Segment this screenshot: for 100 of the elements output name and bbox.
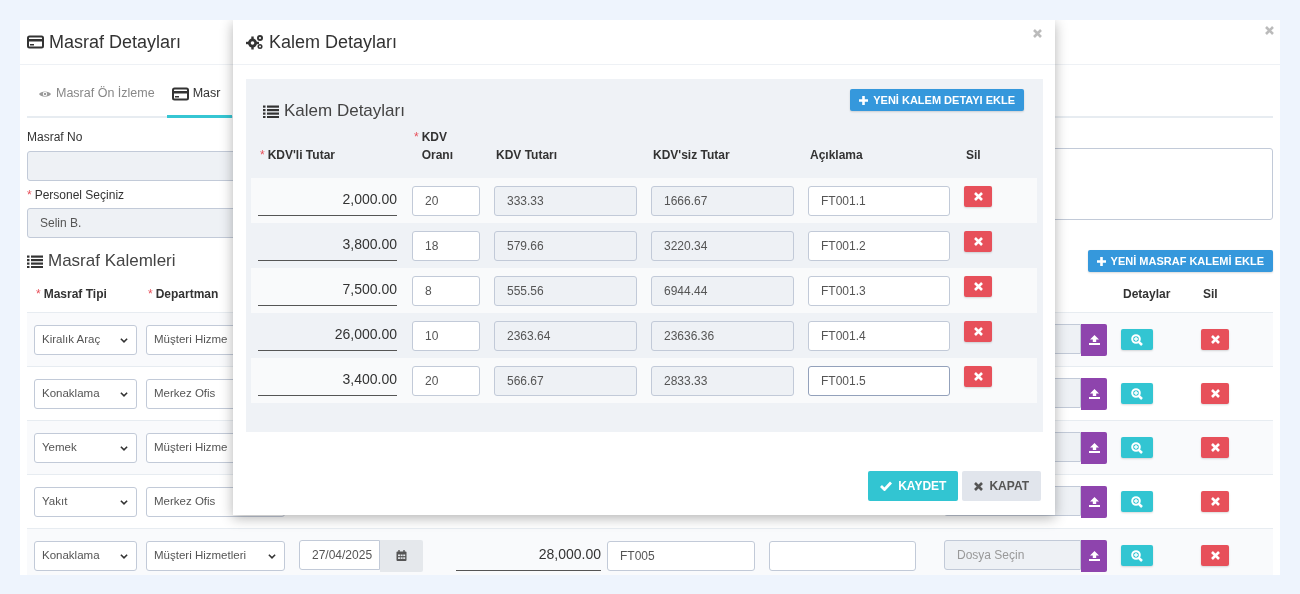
delete-button[interactable] — [964, 321, 992, 342]
close-button[interactable] — [1265, 26, 1274, 35]
vat-rate-field[interactable]: 18 — [412, 230, 480, 261]
close-icon — [973, 237, 983, 246]
delete-button[interactable] — [1201, 383, 1229, 404]
details-button[interactable] — [1121, 491, 1153, 512]
expense-type-select[interactable]: Yakıt — [34, 486, 137, 517]
vat-rate-field[interactable]: 10 — [412, 320, 480, 351]
close-icon — [1210, 443, 1220, 452]
amount-field[interactable]: 3,800.00 — [258, 230, 397, 261]
close-icon — [973, 327, 983, 336]
required-mark: * — [36, 286, 41, 301]
field-label: Masraf No — [27, 129, 84, 146]
close-icon — [1210, 389, 1220, 398]
close-icon — [1033, 29, 1042, 38]
tab[interactable]: Masraf Ön İzleme — [33, 84, 167, 118]
zoom-in-icon — [1131, 549, 1143, 562]
field-label: Personel Seçiniz — [34, 187, 125, 204]
upload-button[interactable] — [1081, 431, 1107, 464]
required-mark: * — [260, 148, 265, 162]
vat-amount-field: 555.56 — [494, 275, 637, 306]
expense-type-select[interactable]: Konaklama — [34, 378, 137, 409]
zoom-in-icon — [1131, 441, 1143, 454]
amount-field[interactable]: 26,000.00 — [258, 320, 397, 351]
close-modal-button[interactable]: KAPAT — [962, 471, 1041, 501]
date-field[interactable]: 27/04/2025 — [299, 539, 380, 570]
upload-icon — [1088, 334, 1100, 345]
description-field[interactable]: FT001.1 — [808, 185, 950, 216]
amount-field[interactable]: 3,400.00 — [258, 365, 397, 396]
required-mark: * — [414, 130, 419, 144]
close-icon — [1210, 551, 1220, 560]
details-button[interactable] — [1121, 329, 1153, 350]
details-button[interactable] — [1121, 383, 1153, 404]
zoom-in-icon — [1131, 333, 1143, 346]
column-header: Sil — [966, 147, 981, 164]
close-icon — [1210, 497, 1220, 506]
delete-button[interactable] — [964, 186, 992, 207]
column-header: Departman — [155, 285, 219, 303]
delete-button[interactable] — [1201, 437, 1229, 458]
delete-button[interactable] — [1201, 329, 1229, 350]
amount-field[interactable]: 7,500.00 — [258, 275, 397, 306]
delete-button[interactable] — [964, 366, 992, 387]
close-icon — [974, 481, 984, 491]
description-field[interactable]: FT001.5 — [808, 365, 950, 396]
close-button[interactable] — [1033, 29, 1042, 38]
column-header: Detaylar — [1123, 285, 1171, 303]
close-icon — [973, 372, 983, 381]
net-amount-field: 2833.33 — [651, 365, 794, 396]
vat-amount-field: 566.67 — [494, 365, 637, 396]
vat-amount-field: 579.66 — [494, 230, 637, 261]
delete-button[interactable] — [1201, 545, 1229, 566]
card-icon — [171, 86, 189, 101]
window-title: Masraf Detayları — [49, 30, 182, 54]
description-field[interactable]: FT001.2 — [808, 230, 950, 261]
column-header: KDV Oranı — [421, 129, 454, 164]
vat-rate-field[interactable]: 8 — [412, 275, 480, 306]
expense-type-select[interactable]: Yemek — [34, 432, 137, 463]
column-header: Sil — [1203, 285, 1218, 303]
expense-type-select[interactable]: Konaklama — [34, 540, 137, 571]
upload-button[interactable] — [1081, 539, 1107, 572]
eye-icon — [38, 88, 52, 99]
vat-rate-field[interactable]: 20 — [412, 365, 480, 396]
zoom-in-icon — [1131, 387, 1143, 400]
net-amount-field: 23636.36 — [651, 320, 794, 351]
upload-icon — [1088, 550, 1100, 561]
upload-button[interactable] — [1081, 377, 1107, 410]
amount-field[interactable]: 28,000.00 — [456, 540, 601, 571]
vat-rate-field[interactable]: 20 — [412, 185, 480, 216]
delete-button[interactable] — [1201, 491, 1229, 512]
plus-icon — [859, 95, 869, 105]
expense-type-select[interactable]: Kiralık Araç — [34, 324, 137, 355]
plus-icon — [1096, 256, 1106, 266]
vat-amount-field: 333.33 — [494, 185, 637, 216]
description-field[interactable]: FT001.4 — [808, 320, 950, 351]
details-button[interactable] — [1121, 437, 1153, 458]
required-mark: * — [148, 286, 153, 301]
net-amount-field: 3220.34 — [651, 230, 794, 261]
gears-icon — [246, 34, 264, 50]
details-button[interactable] — [1121, 545, 1153, 566]
department-select[interactable]: Müşteri Hizmetleri — [146, 540, 285, 571]
delete-button[interactable] — [964, 231, 992, 252]
upload-button[interactable] — [1081, 485, 1107, 518]
close-icon — [1210, 335, 1220, 344]
column-header: KDV'li Tutar — [267, 147, 335, 164]
column-header: Masraf Tipi — [43, 285, 107, 303]
upload-icon — [1088, 496, 1100, 507]
close-icon — [973, 282, 983, 291]
amount-field[interactable]: 2,000.00 — [258, 185, 397, 216]
delete-button[interactable] — [964, 276, 992, 297]
list-icon — [263, 104, 279, 118]
calendar-button[interactable] — [380, 539, 423, 572]
column-header: Açıklama — [810, 147, 863, 164]
invoice-field[interactable]: FT005 — [607, 540, 755, 571]
calendar-icon — [396, 550, 407, 561]
upload-button[interactable] — [1081, 323, 1107, 356]
section-title: Masraf Kalemleri — [48, 250, 176, 273]
card-icon — [27, 35, 44, 49]
required-mark: * — [27, 187, 32, 204]
description-field[interactable]: FT001.3 — [808, 275, 950, 306]
description-field[interactable] — [769, 540, 916, 571]
